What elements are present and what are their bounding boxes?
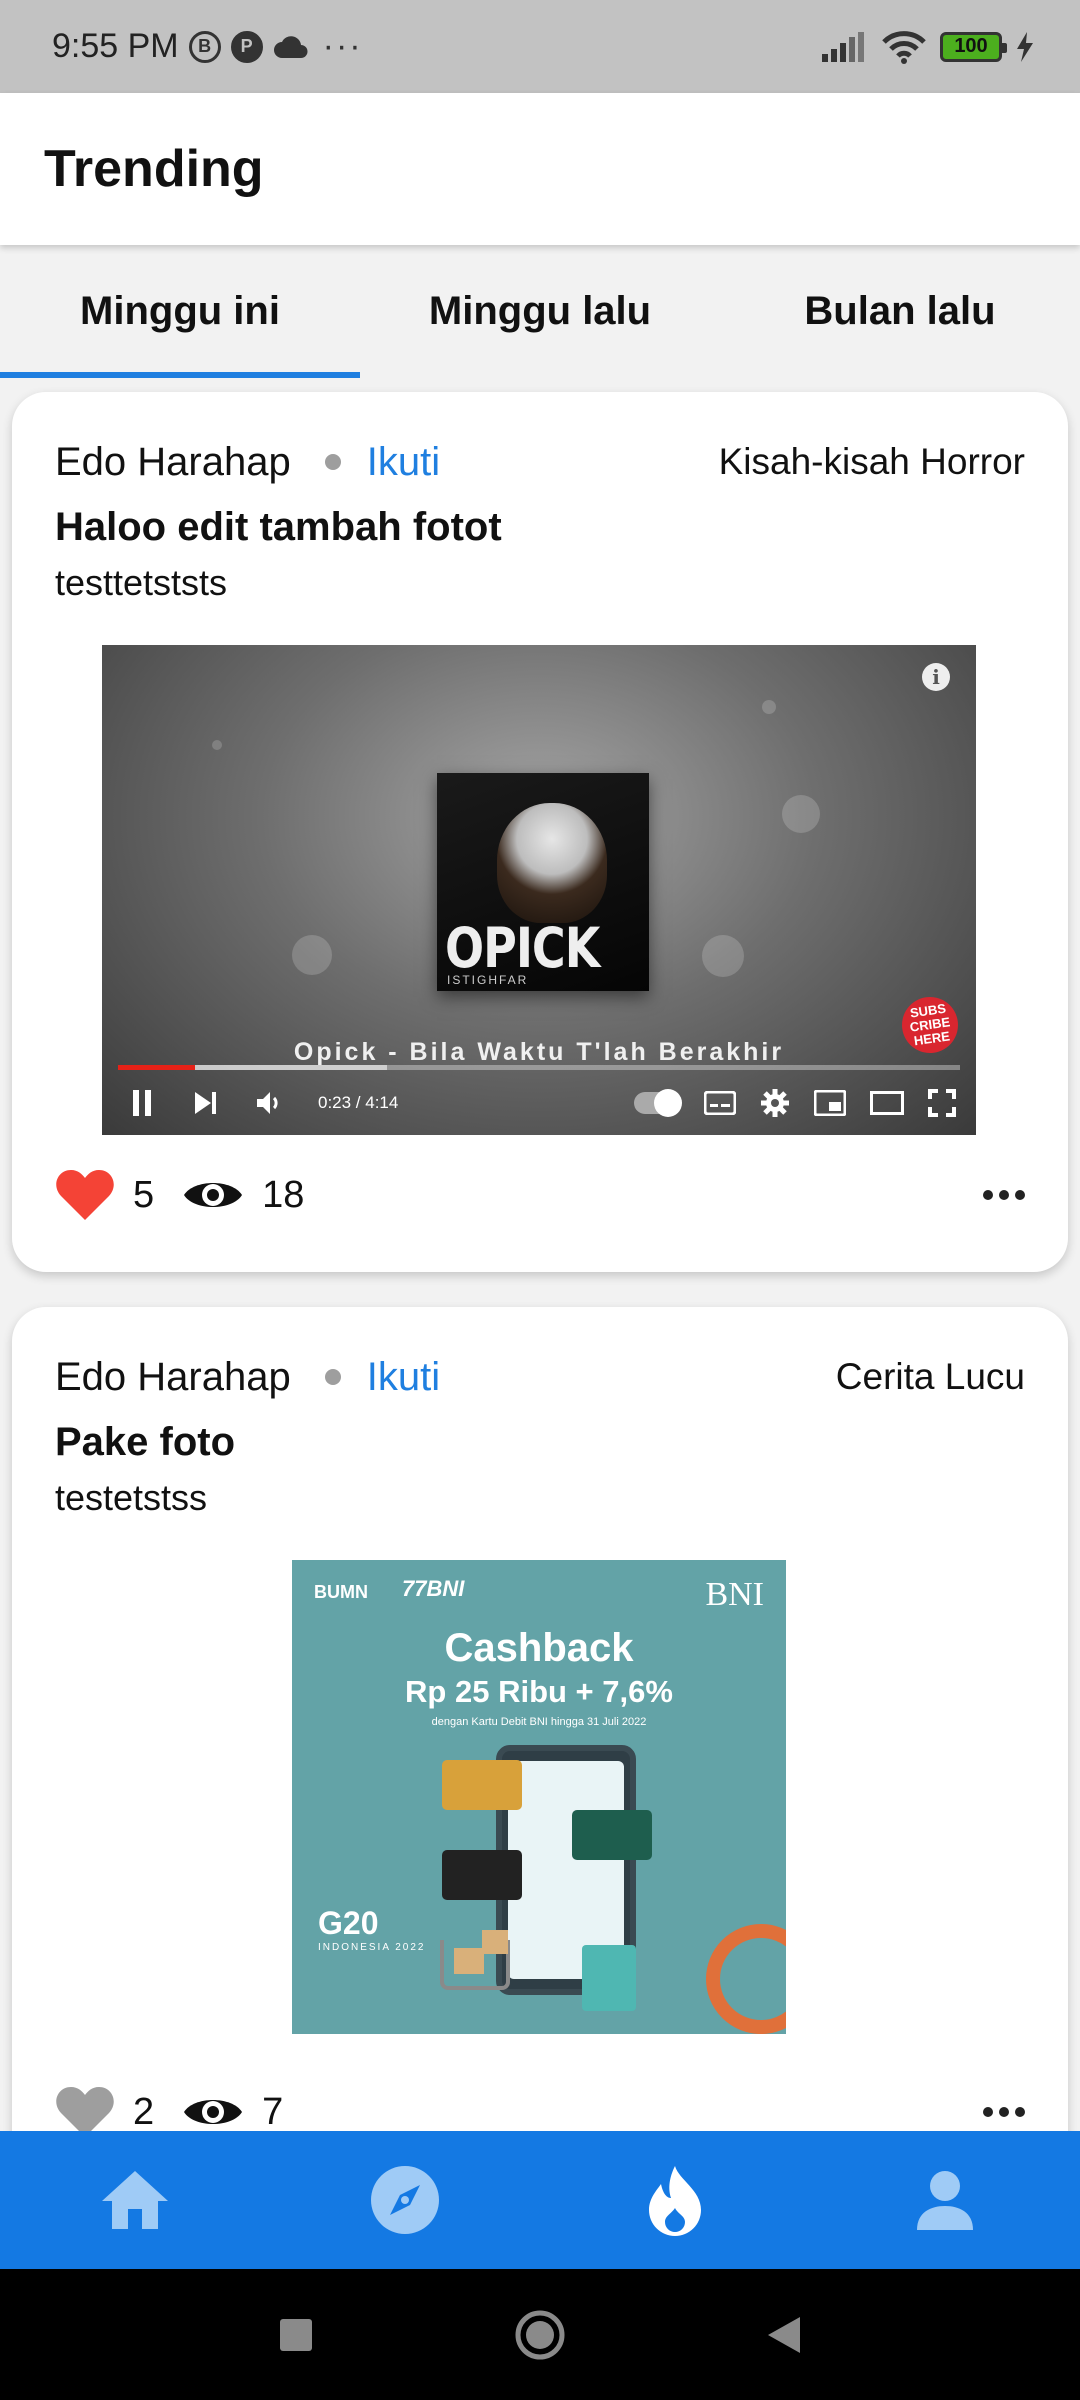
fire-icon[interactable] — [645, 2164, 705, 2236]
recents-icon[interactable] — [278, 2317, 314, 2353]
nav-profile[interactable] — [810, 2131, 1080, 2269]
album-cover: OPICK ISTIGHFAR — [437, 773, 649, 991]
b-circle-icon: B — [188, 30, 221, 63]
video-caption: Opick - Bila Waktu T'lah Berakhir — [293, 1038, 785, 1066]
more-options-icon[interactable] — [983, 1190, 1025, 1200]
nav-explore[interactable] — [270, 2131, 540, 2269]
page-title: Trending — [44, 140, 264, 198]
post-category[interactable]: Kisah-kisah Horror — [719, 441, 1025, 483]
subtitles-icon[interactable] — [704, 1091, 736, 1115]
signal-icon — [822, 31, 864, 62]
person-icon[interactable] — [913, 2168, 977, 2232]
system-navigation-bar — [0, 2269, 1080, 2400]
status-time: 9:55 PM — [52, 27, 179, 65]
cloud-icon — [273, 35, 308, 58]
post-author[interactable]: Edo Harahap — [55, 440, 291, 485]
home-circle-icon[interactable] — [514, 2309, 566, 2361]
volume-icon[interactable] — [250, 1083, 290, 1123]
miniplayer-icon[interactable] — [814, 1090, 846, 1116]
post-image[interactable]: BUMN 77BNI BNI Cashback Rp 25 Ribu + 7,6… — [292, 1560, 786, 2054]
post-category[interactable]: Cerita Lucu — [836, 1356, 1025, 1398]
video-player[interactable]: OPICK ISTIGHFAR i SUBS CRIBE HERE Opick … — [102, 645, 976, 1135]
g20-logo: G20 INDONESIA 2022 — [318, 1905, 425, 1953]
battery-level: 100 — [954, 35, 988, 57]
nav-trending[interactable] — [540, 2131, 810, 2269]
tab-bar: Minggu ini Minggu lalu Bulan lalu — [0, 245, 1080, 378]
view-count: 7 — [262, 2090, 284, 2133]
album-subtitle: ISTIGHFAR — [447, 973, 529, 987]
video-controls: 0:23 / 4:14 — [122, 1077, 956, 1129]
tab-minggu-ini[interactable]: Minggu ini — [0, 245, 360, 378]
bumn-logo: BUMN — [314, 1582, 368, 1602]
post-author[interactable]: Edo Harahap — [55, 1355, 291, 1400]
heart-icon[interactable] — [55, 1168, 115, 1222]
status-bar: 9:55 PM B P ··· 100 — [0, 0, 1080, 93]
battery-icon: 100 — [940, 31, 1007, 62]
follow-button[interactable]: Ikuti — [367, 440, 440, 485]
pause-icon[interactable] — [122, 1083, 162, 1123]
fullscreen-icon[interactable] — [928, 1089, 956, 1117]
back-icon[interactable] — [766, 2315, 802, 2355]
nav-home[interactable] — [0, 2131, 270, 2269]
settings-icon[interactable] — [760, 1088, 790, 1118]
bottom-navigation — [0, 2131, 1080, 2269]
info-icon[interactable]: i — [922, 663, 950, 691]
separator-dot — [324, 1369, 341, 1385]
post-body: testtetststs — [55, 562, 228, 603]
compass-icon[interactable] — [370, 2165, 440, 2235]
video-progress-bar[interactable] — [118, 1065, 960, 1070]
like-count: 5 — [133, 1173, 155, 1216]
home-icon[interactable] — [100, 2169, 170, 2231]
video-timecode: 0:23 / 4:14 — [318, 1093, 399, 1112]
view-count: 18 — [262, 1173, 305, 1216]
bag-illustration — [582, 1945, 636, 2011]
follow-button[interactable]: Ikuti — [367, 1355, 440, 1400]
ad-footer — [292, 2034, 786, 2054]
wifi-icon — [882, 30, 926, 64]
ad-small-text: dengan Kartu Debit BNI hingga 31 Juli 20… — [431, 1716, 647, 1728]
tab-bulan-lalu[interactable]: Bulan lalu — [720, 245, 1080, 378]
eye-icon — [184, 1183, 243, 1207]
autoplay-toggle[interactable] — [634, 1089, 682, 1117]
post-title: Pake foto — [55, 1420, 236, 1464]
app-bar: Trending — [0, 93, 1080, 245]
g20-subtext: INDONESIA 2022 — [318, 1942, 426, 1953]
progress-played — [118, 1065, 196, 1070]
post-card[interactable]: Edo Harahap Ikuti Kisah-kisah Horror Hal… — [12, 392, 1068, 1272]
post-card[interactable]: Edo Harahap Ikuti Cerita Lucu Pake foto … — [12, 1307, 1068, 2207]
g20-text: G20 — [318, 1905, 379, 1941]
post-title: Haloo edit tambah fotot — [55, 505, 502, 549]
album-name: OPICK — [445, 915, 600, 981]
p-circle-icon: P — [230, 30, 263, 63]
ad-headline: Cashback — [444, 1626, 634, 1670]
ad-subheadline: Rp 25 Ribu + 7,6% — [405, 1674, 673, 1709]
more-options-icon[interactable] — [983, 2107, 1025, 2117]
charging-icon — [1017, 31, 1033, 62]
eye-icon — [184, 2100, 243, 2124]
anniversary-logo: 77BNI — [402, 1576, 465, 1601]
theater-mode-icon[interactable] — [870, 1091, 904, 1115]
next-icon[interactable] — [186, 1083, 226, 1123]
like-count: 2 — [133, 2090, 155, 2133]
more-notifications-icon: ··· — [322, 27, 363, 65]
bni-logo: BNI — [705, 1576, 764, 1613]
post-body: testetstss — [55, 1477, 208, 1518]
separator-dot — [324, 454, 341, 470]
tab-minggu-lalu[interactable]: Minggu lalu — [360, 245, 720, 378]
post-actions: 5 18 — [55, 1165, 1025, 1225]
